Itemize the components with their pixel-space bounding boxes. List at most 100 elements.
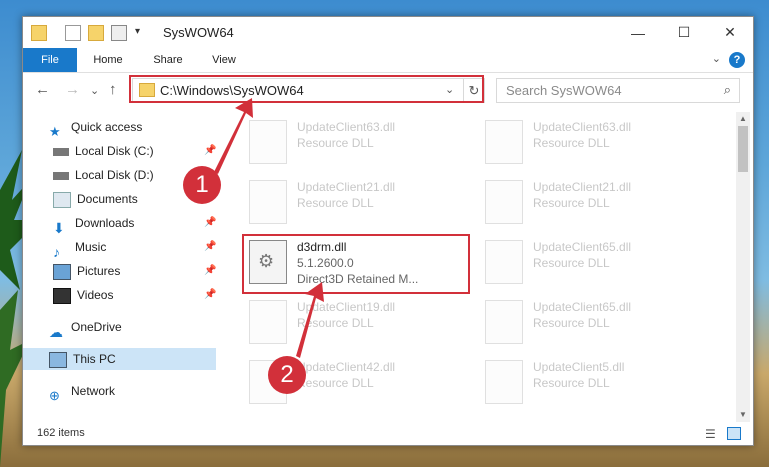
file-name: UpdateClient63.dll (297, 120, 396, 134)
list-item[interactable]: UpdateClient21.dll Resource DLL (249, 176, 469, 226)
file-name: UpdateClient63.dll (533, 120, 632, 134)
dll-file-icon (485, 240, 523, 284)
pin-icon[interactable]: 📌 (204, 289, 216, 300)
list-item[interactable]: UpdateClient63.dll Resource DLL (249, 116, 469, 166)
status-bar: 162 items ☰ (23, 421, 753, 445)
folder-icon[interactable] (31, 25, 47, 41)
vertical-scrollbar[interactable]: ▲ ▼ (736, 112, 750, 422)
pin-icon[interactable]: 📌 (204, 217, 216, 228)
details-view-icon[interactable]: ☰ (705, 427, 716, 441)
recent-locations-button[interactable]: ⌄ (90, 84, 99, 97)
pin-icon[interactable]: 📌 (204, 145, 216, 156)
file-type: Resource DLL (533, 136, 610, 150)
sidebar-item-quick-access[interactable]: ★ Quick access (49, 116, 143, 139)
tab-view[interactable]: View (201, 48, 247, 72)
pictures-icon (53, 263, 71, 280)
maximize-button[interactable]: ☐ (661, 17, 707, 48)
sidebar-item-label: Quick access (71, 120, 143, 134)
pin-icon[interactable]: 📌 (204, 265, 216, 276)
address-bar-highlight (129, 75, 484, 103)
scroll-down-icon[interactable]: ▼ (739, 410, 747, 419)
sidebar-item-onedrive[interactable]: ☁ OneDrive (49, 316, 122, 340)
sidebar-item-this-pc[interactable]: This PC (23, 348, 216, 370)
list-item[interactable]: UpdateClient63.dll Resource DLL (485, 116, 705, 166)
file-name: UpdateClient21.dll (297, 180, 396, 194)
dll-file-icon (485, 360, 523, 404)
documents-icon (53, 191, 71, 208)
sidebar-item-label: Local Disk (C:) (75, 144, 154, 158)
drive-icon (53, 147, 69, 156)
list-item[interactable]: UpdateClient5.dll Resource DLL (485, 356, 705, 406)
file-type: Resource DLL (533, 196, 610, 210)
file-name: UpdateClient21.dll (533, 180, 632, 194)
sidebar-item-label: OneDrive (71, 320, 122, 334)
file-name: UpdateClient65.dll (533, 240, 632, 254)
list-item[interactable]: UpdateClient65.dll Resource DLL (485, 296, 705, 346)
search-icon[interactable]: ⌕ (724, 82, 731, 98)
file-type: Resource DLL (297, 376, 374, 390)
back-button[interactable]: ← (35, 81, 50, 98)
sidebar-item-downloads[interactable]: ⬇ Downloads (53, 212, 135, 236)
dll-file-icon (249, 300, 287, 344)
sidebar-item-network[interactable]: ⊕ Network (49, 380, 115, 403)
sidebar-item-documents[interactable]: Documents (53, 188, 138, 210)
ribbon-tabs: File Home Share View ⌄ ? (23, 48, 753, 73)
list-item[interactable]: UpdateClient21.dll Resource DLL (485, 176, 705, 226)
dll-file-icon (485, 300, 523, 344)
sidebar-item-label: Music (75, 240, 107, 254)
file-type: Resource DLL (533, 376, 610, 390)
drive-icon (53, 171, 69, 180)
callout-two: 2 (268, 356, 306, 394)
chevron-down-icon[interactable]: ▾ (135, 26, 140, 37)
up-button[interactable]: ↑ (109, 81, 117, 98)
scroll-up-icon[interactable]: ▲ (739, 114, 747, 123)
sidebar-item-label: Pictures (77, 264, 121, 278)
search-placeholder: Search SysWOW64 (506, 83, 622, 98)
file-name: UpdateClient65.dll (533, 300, 632, 314)
help-icon[interactable]: ? (729, 52, 745, 68)
new-folder-icon[interactable] (88, 25, 104, 41)
file-name: UpdateClient19.dll (297, 300, 396, 314)
title-bar: ▾ SysWOW64 — ☐ ✕ (23, 17, 753, 48)
sidebar-item-videos[interactable]: Videos (53, 284, 113, 306)
file-type: Resource DLL (297, 196, 374, 210)
file-type: Resource DLL (533, 316, 610, 330)
download-icon: ⬇ (53, 219, 65, 236)
file-type: Resource DLL (297, 136, 374, 150)
close-button[interactable]: ✕ (707, 17, 753, 48)
callout-one: 1 (183, 166, 221, 204)
file-type: Resource DLL (297, 316, 374, 330)
search-input[interactable]: Search SysWOW64 ⌕ (496, 78, 740, 103)
customize-toolbar-icon[interactable] (111, 25, 127, 41)
minimize-button[interactable]: — (615, 17, 661, 48)
sidebar-item-local-disk-d[interactable]: Local Disk (D:) (53, 164, 154, 186)
list-item[interactable]: UpdateClient65.dll Resource DLL (485, 236, 705, 286)
file-highlight (242, 234, 470, 294)
navigation-pane: ★ Quick access Local Disk (C:) 📌 Local Di… (23, 112, 216, 412)
computer-icon (49, 351, 67, 368)
music-icon: ♪ (53, 243, 60, 260)
videos-icon (53, 287, 71, 304)
forward-button[interactable]: → (65, 81, 80, 98)
dll-file-icon (249, 120, 287, 164)
tab-file[interactable]: File (23, 48, 77, 72)
sidebar-item-label: Downloads (75, 216, 135, 230)
sidebar-item-pictures[interactable]: Pictures (53, 260, 120, 282)
dll-file-icon (249, 180, 287, 224)
chevron-down-icon[interactable]: ⌄ (712, 52, 721, 65)
sidebar-item-label: Documents (77, 192, 138, 206)
sidebar-item-label: Local Disk (D:) (75, 168, 154, 182)
scrollbar-thumb[interactable] (738, 126, 748, 172)
window-title: SysWOW64 (163, 25, 234, 40)
tab-share[interactable]: Share (145, 48, 191, 72)
dll-file-icon (485, 120, 523, 164)
pin-icon[interactable]: 📌 (204, 241, 216, 252)
properties-icon[interactable] (65, 25, 81, 41)
file-name: UpdateClient42.dll (297, 360, 396, 374)
large-icons-view-icon[interactable] (727, 427, 741, 440)
tab-home[interactable]: Home (85, 48, 131, 72)
item-count: 162 items (37, 427, 85, 439)
sidebar-item-local-disk-c[interactable]: Local Disk (C:) (53, 140, 154, 162)
list-item[interactable]: UpdateClient19.dll Resource DLL (249, 296, 469, 346)
sidebar-item-music[interactable]: ♪ Music (53, 236, 107, 260)
